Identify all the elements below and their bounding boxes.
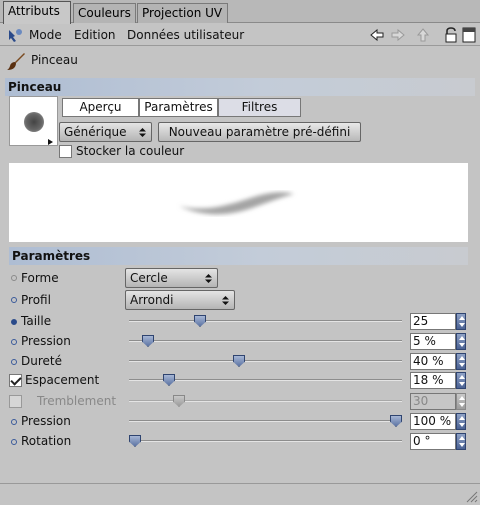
section-header-pinceau: Pinceau (5, 78, 475, 96)
espacement-3-value-field[interactable]: 18 % (410, 372, 456, 389)
pression-5-spinner[interactable] (456, 413, 466, 430)
param-dot-profil (11, 297, 17, 303)
mode-icon[interactable] (7, 27, 23, 43)
taille-0-label: Taille (21, 314, 52, 328)
tremblement-4-spinner (456, 393, 466, 410)
new-preset-button[interactable]: Nouveau paramètre pré-défini (158, 122, 361, 142)
durete-2-label: Dureté (21, 354, 62, 368)
lock-icon[interactable] (443, 27, 459, 43)
preset-menu-arrow-icon[interactable] (47, 138, 54, 146)
taille-0-slider-thumb[interactable] (194, 315, 206, 327)
forme-dropdown-value: Cercle (130, 271, 168, 285)
rotation-6-slider-track[interactable] (129, 440, 402, 442)
subtab-parametres[interactable]: Paramètres (139, 98, 218, 117)
param-dot-taille-0 (11, 319, 17, 325)
store-color-label: Stocker la couleur (76, 144, 185, 158)
param-dot-durete-2 (11, 359, 17, 365)
brush-tip-preview (24, 112, 44, 132)
durete-2-slider-track[interactable] (129, 360, 402, 362)
param-dot-pression-5 (11, 419, 17, 425)
tab-projection-uv[interactable]: Projection UV (137, 3, 228, 23)
taille-0-value-field[interactable]: 25 (410, 313, 456, 330)
durete-2-spinner[interactable] (456, 353, 466, 370)
up-arrow-icon (416, 28, 430, 42)
profil-dropdown[interactable]: Arrondi (125, 290, 235, 310)
object-row: Pinceau (0, 47, 480, 73)
tremblement-4-label: Tremblement (37, 394, 117, 408)
updown-arrow-icon (139, 128, 146, 137)
tremblement-4-slider-thumb (173, 395, 185, 407)
pression-1-spinner[interactable] (456, 333, 466, 350)
param-dot-forme (11, 275, 17, 281)
pression-1-value-field[interactable]: 5 % (410, 333, 456, 350)
tremblement-4-value-field: 30 (410, 393, 456, 410)
espacement-3-checkbox[interactable] (9, 374, 22, 387)
tremblement-4-checkbox[interactable] (9, 395, 22, 408)
preset-dropdown-value: Générique (64, 125, 127, 139)
subtab-apercu[interactable]: Aperçu (62, 98, 139, 117)
tab-bar: Attributs Couleurs Projection UV (0, 0, 480, 24)
rotation-6-spinner[interactable] (456, 433, 466, 450)
forward-arrow-icon (391, 28, 405, 42)
brush-icon (7, 53, 25, 70)
resize-grip-icon[interactable] (464, 489, 478, 503)
menu-mode[interactable]: Mode (29, 28, 62, 42)
espacement-3-spinner[interactable] (456, 372, 466, 389)
tab-attributs[interactable]: Attributs (3, 1, 71, 24)
pression-5-slider-thumb[interactable] (390, 415, 402, 427)
forme-label: Forme (21, 271, 59, 285)
updown-arrow-icon (205, 274, 212, 283)
menu-edition[interactable]: Edition (74, 28, 116, 42)
espacement-3-slider-thumb[interactable] (163, 374, 175, 386)
pression-1-slider-track[interactable] (129, 340, 402, 342)
rotation-6-value-field[interactable]: 0 ° (410, 433, 456, 450)
pression-5-value-field[interactable]: 100 % (410, 413, 456, 430)
pression-1-slider-thumb[interactable] (142, 335, 154, 347)
espacement-3-label: Espacement (25, 373, 100, 387)
param-dot-pression-1 (11, 339, 17, 345)
pression-1-label: Pression (21, 334, 71, 348)
object-name: Pinceau (31, 53, 78, 67)
section-header-parametres: Paramètres (9, 247, 468, 265)
back-arrow-icon[interactable] (369, 27, 385, 43)
tab-couleurs[interactable]: Couleurs (73, 3, 136, 23)
store-color-checkbox[interactable] (59, 145, 72, 158)
pression-5-slider-track[interactable] (129, 420, 402, 422)
durete-2-slider-thumb[interactable] (233, 355, 245, 367)
menu-bar: Mode Edition Données utilisateur (0, 24, 480, 46)
forme-dropdown[interactable]: Cercle (125, 268, 218, 288)
durete-2-value-field[interactable]: 40 % (410, 353, 456, 370)
subtab-filtres[interactable]: Filtres (218, 98, 301, 117)
tremblement-4-slider-track (129, 400, 402, 402)
rotation-6-label: Rotation (21, 434, 72, 448)
profil-label: Profil (21, 293, 51, 307)
preset-dropdown[interactable]: Générique (59, 122, 152, 142)
taille-0-spinner[interactable] (456, 313, 466, 330)
param-dot-rotation-6 (11, 439, 17, 445)
taille-0-slider-track[interactable] (129, 320, 402, 322)
profil-dropdown-value: Arrondi (130, 293, 174, 307)
stroke-preview (9, 163, 468, 242)
rotation-6-slider-thumb[interactable] (129, 435, 141, 447)
new-window-icon[interactable] (461, 27, 477, 43)
bottom-separator (0, 483, 480, 484)
stroke-preview-graphic (179, 192, 294, 215)
pression-5-label: Pression (21, 414, 71, 428)
updown-arrow-icon (222, 296, 229, 305)
menu-user-data[interactable]: Données utilisateur (127, 28, 244, 42)
